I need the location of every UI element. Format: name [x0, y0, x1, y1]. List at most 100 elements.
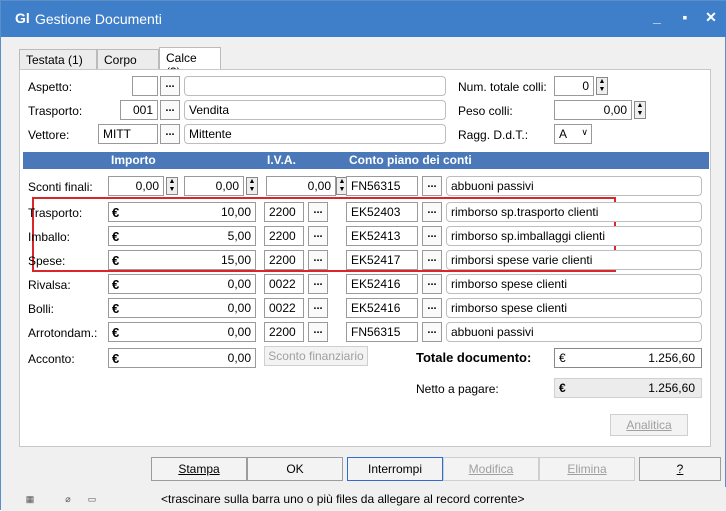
- sconti-spinner-1[interactable]: ▲ ▼: [166, 177, 178, 195]
- paperclip-icon[interactable]: ⌀: [61, 492, 75, 506]
- conto-desc-field: rimborso sp.trasporto clienti: [446, 202, 702, 222]
- iva-field[interactable]: 0022: [264, 298, 304, 318]
- ragg-label: Ragg. D.d.T.:: [458, 128, 529, 142]
- row-label: Trasporto:: [28, 206, 83, 220]
- amount-field[interactable]: 10,00: [108, 202, 256, 222]
- tab-corpo[interactable]: Corpo (2): [97, 49, 159, 81]
- conto-lookup-button[interactable]: ...: [422, 250, 442, 270]
- elimina-label: Elimina: [567, 462, 607, 476]
- conto-desc-field: abbuoni passivi: [446, 322, 702, 342]
- status-text: <trascinare sulla barra uno o più files …: [161, 492, 525, 506]
- conto-lookup-button[interactable]: ...: [422, 298, 442, 318]
- row-label: Arrotondam.:: [28, 326, 98, 340]
- conto-lookup-button[interactable]: ...: [422, 202, 442, 222]
- sconti-label: Sconti finali:: [28, 180, 93, 194]
- sconti-conto-field[interactable]: FN56315: [346, 176, 418, 196]
- row-label: Spese:: [28, 254, 66, 268]
- conto-field[interactable]: FN56315: [346, 322, 418, 342]
- aspetto-lookup-button[interactable]: ...: [160, 76, 180, 96]
- ragg-value: A: [559, 127, 568, 141]
- folder-icon[interactable]: ▭: [85, 492, 99, 506]
- grid-icon[interactable]: ▦: [23, 492, 37, 506]
- close-icon[interactable]: ✕: [701, 9, 721, 27]
- iva-field[interactable]: 0022: [264, 274, 304, 294]
- conto-field[interactable]: EK52413: [346, 226, 418, 246]
- aspetto-label: Aspetto:: [28, 80, 73, 94]
- conto-desc-field: rimborso spese clienti: [446, 274, 702, 294]
- iva-field[interactable]: 2200: [264, 226, 304, 246]
- header-conto: Conto piano dei conti: [349, 153, 472, 167]
- calce-panel: Aspetto: ... Trasporto: 001 ... Vendita …: [19, 69, 711, 447]
- conto-lookup-button[interactable]: ...: [422, 226, 442, 246]
- amount-field[interactable]: 0,00: [108, 322, 256, 342]
- conto-field[interactable]: EK52416: [346, 274, 418, 294]
- help-button[interactable]: ?: [639, 457, 721, 481]
- conto-desc-field: rimborso spese clienti: [446, 298, 702, 318]
- title-bar: Gl Gestione Documenti _ ▪ ✕: [1, 1, 726, 37]
- totale-value: 1.256,60: [648, 351, 695, 365]
- acconto-label: Acconto:: [28, 352, 75, 366]
- sconti-spinner-2[interactable]: ▲ ▼: [246, 177, 258, 195]
- iva-lookup-button[interactable]: ...: [308, 226, 328, 246]
- maximize-icon[interactable]: ▪: [675, 9, 695, 27]
- acconto-field[interactable]: 0,00: [108, 348, 256, 368]
- trasporto-desc-field: Vendita: [184, 100, 446, 120]
- vettore-lookup-button[interactable]: ...: [160, 124, 180, 144]
- row-label: Imballo:: [28, 230, 71, 244]
- netto-field: € 1.256,60: [554, 378, 702, 398]
- conto-desc-field: rimborsi spese varie clienti: [446, 250, 702, 270]
- vettore-desc-field: Mittente: [184, 124, 446, 144]
- conto-field[interactable]: EK52416: [346, 298, 418, 318]
- analitica-button[interactable]: Analitica: [610, 414, 688, 436]
- vettore-code-field[interactable]: MITT: [98, 124, 158, 144]
- conto-field[interactable]: EK52417: [346, 250, 418, 270]
- modifica-button[interactable]: Modifica: [443, 457, 539, 481]
- sconti-conto-lookup-button[interactable]: ...: [422, 176, 442, 196]
- trasporto-label: Trasporto:: [28, 104, 83, 118]
- stampa-label: Stampa: [178, 462, 220, 476]
- ok-button[interactable]: OK: [247, 457, 343, 481]
- tab-testata[interactable]: Testata (1): [19, 49, 97, 69]
- tab-calce[interactable]: Calce (3): [159, 47, 221, 79]
- sconti-field-1[interactable]: 0,00: [108, 176, 164, 196]
- iva-field[interactable]: 2200: [264, 202, 304, 222]
- sconti-field-2[interactable]: 0,00: [184, 176, 244, 196]
- iva-lookup-button[interactable]: ...: [308, 202, 328, 222]
- peso-label: Peso colli:: [458, 104, 513, 118]
- iva-field[interactable]: 2200: [264, 322, 304, 342]
- peso-field[interactable]: 0,00: [554, 100, 632, 120]
- conto-lookup-button[interactable]: ...: [422, 274, 442, 294]
- amount-field[interactable]: 5,00: [108, 226, 256, 246]
- netto-value: 1.256,60: [648, 381, 695, 395]
- aspetto-code-field[interactable]: [132, 76, 158, 96]
- amount-field[interactable]: 0,00: [108, 274, 256, 294]
- interrompi-button[interactable]: Interrompi: [347, 457, 443, 481]
- minimize-icon[interactable]: _: [647, 9, 667, 27]
- iva-field[interactable]: 2200: [264, 250, 304, 270]
- amount-field[interactable]: 15,00: [108, 250, 256, 270]
- totale-field: € 1.256,60: [554, 348, 702, 368]
- trasporto-lookup-button[interactable]: ...: [160, 100, 180, 120]
- modifica-label: Modifica: [468, 462, 514, 476]
- analitica-label: Analitica: [626, 418, 672, 432]
- netto-currency: €: [559, 381, 566, 395]
- colli-spinner[interactable]: ▲ ▼: [596, 77, 608, 95]
- peso-spinner[interactable]: ▲ ▼: [634, 101, 646, 119]
- trasporto-code-field[interactable]: 001: [120, 100, 158, 120]
- iva-lookup-button[interactable]: ...: [308, 322, 328, 342]
- colli-field[interactable]: 0: [554, 76, 594, 96]
- iva-lookup-button[interactable]: ...: [308, 298, 328, 318]
- conto-lookup-button[interactable]: ...: [422, 322, 442, 342]
- totale-currency: €: [559, 351, 566, 365]
- colli-label: Num. totale colli:: [458, 80, 547, 94]
- sconti-field-3[interactable]: 0,00: [266, 176, 336, 196]
- ragg-select[interactable]: A ∨: [554, 124, 592, 144]
- conto-field[interactable]: EK52403: [346, 202, 418, 222]
- sconto-finanziario-button[interactable]: Sconto finanziario: [264, 346, 368, 366]
- window: Gl Gestione Documenti _ ▪ ✕ Testata (1) …: [0, 0, 726, 511]
- elimina-button[interactable]: Elimina: [539, 457, 635, 481]
- stampa-button[interactable]: Stampa: [151, 457, 247, 481]
- iva-lookup-button[interactable]: ...: [308, 274, 328, 294]
- amount-field[interactable]: 0,00: [108, 298, 256, 318]
- iva-lookup-button[interactable]: ...: [308, 250, 328, 270]
